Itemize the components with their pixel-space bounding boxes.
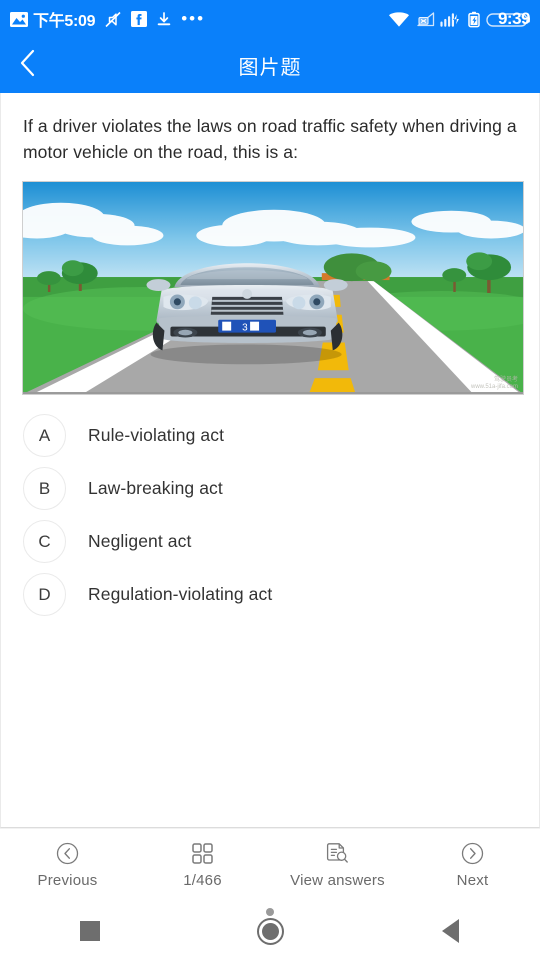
wifi-icon: [388, 11, 410, 28]
bottom-toolbar: Previous 1/466 View answers Next: [0, 829, 540, 902]
view-answers-button[interactable]: View answers: [270, 842, 405, 889]
status-bar-left: 下午5:09 •••: [10, 7, 388, 31]
option-c-key: C: [23, 520, 66, 563]
option-d[interactable]: D Regulation‑violating act: [1, 568, 539, 621]
previous-button[interactable]: Previous: [0, 842, 135, 889]
question-grid-button[interactable]: 1/466: [135, 842, 270, 889]
recents-button[interactable]: [30, 902, 150, 960]
status-clock-label: 9:39: [497, 9, 531, 28]
option-a[interactable]: A Rule‑violating act: [1, 409, 539, 462]
circle-chevron-left-icon: [56, 842, 79, 865]
option-c-label: Negligent act: [88, 531, 192, 551]
status-bar: 下午5:09 ••• 9:39: [0, 0, 540, 38]
option-a-key: A: [23, 414, 66, 457]
grid-icon: [191, 842, 214, 865]
overflow-dots-icon: •••: [181, 9, 206, 28]
assistant-dot-icon: [266, 908, 274, 916]
previous-label: Previous: [37, 872, 98, 889]
document-search-icon: [326, 842, 349, 865]
option-d-key: D: [23, 573, 66, 616]
facebook-icon: [131, 11, 148, 27]
circle-chevron-right-icon: [461, 842, 484, 865]
page-title: 图片题: [238, 57, 302, 79]
square-recents-icon: [80, 921, 100, 941]
battery-icon: [467, 11, 481, 28]
back-nav-button[interactable]: [390, 902, 510, 960]
mute-icon: [104, 11, 122, 28]
road-scene-illustration: 3: [23, 182, 523, 394]
app-header: 图片题: [0, 38, 540, 93]
options-list: A Rule‑violating act B Law‑breaking act …: [1, 409, 539, 621]
question-text: If a driver violates the laws on road tr…: [23, 116, 517, 162]
svg-text:3: 3: [242, 323, 248, 334]
question-counter-label: 1/466: [183, 872, 222, 889]
android-navigation-bar: [0, 902, 540, 960]
option-a-label: Rule‑violating act: [88, 425, 225, 445]
next-button[interactable]: Next: [405, 842, 540, 889]
home-button[interactable]: [210, 902, 330, 960]
option-b[interactable]: B Law‑breaking act: [1, 462, 539, 515]
option-d-label: Regulation‑violating act: [88, 584, 273, 604]
image-icon: [10, 11, 28, 27]
no-signal-icon: [415, 11, 435, 28]
back-button[interactable]: [0, 38, 56, 93]
download-icon: [156, 11, 172, 28]
option-b-label: Law‑breaking act: [88, 478, 223, 498]
signal-charging-icon: [440, 11, 462, 28]
chevron-left-icon: [17, 48, 39, 83]
next-label: Next: [456, 872, 489, 889]
circle-home-icon: [256, 917, 284, 945]
status-time-label: 下午5:09: [33, 13, 96, 30]
triangle-back-icon: [441, 919, 459, 943]
circle-home-inner: [261, 922, 279, 940]
question-illustration: 3 驾驶员考 www.51a-jifa.com: [22, 181, 524, 395]
option-b-key: B: [23, 467, 66, 510]
view-answers-label: View answers: [290, 872, 385, 889]
option-c[interactable]: C Negligent act: [1, 515, 539, 568]
question-card: If a driver violates the laws on road tr…: [0, 93, 540, 828]
image-watermark: 驾驶员考 www.51a-jifa.com: [470, 377, 518, 390]
